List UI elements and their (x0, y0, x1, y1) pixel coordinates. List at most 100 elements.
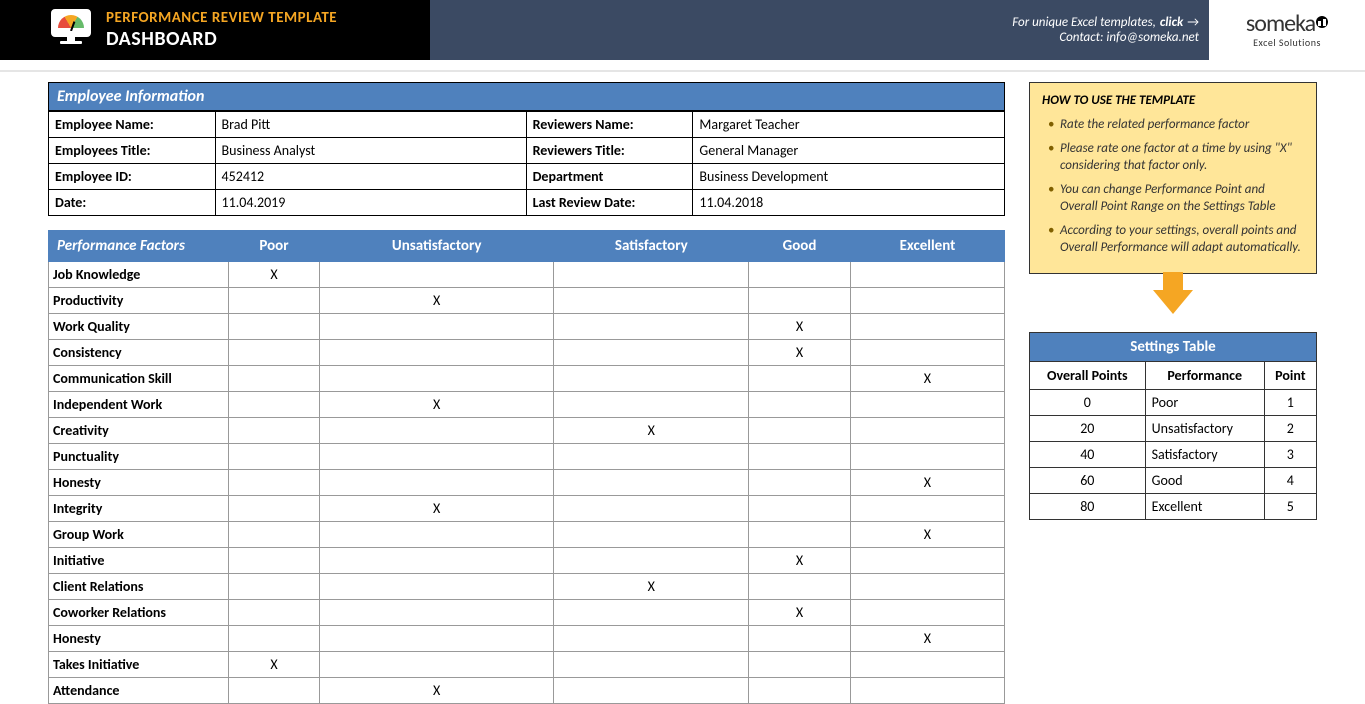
settings-performance[interactable]: Excellent (1145, 493, 1264, 519)
perf-rating-cell[interactable] (749, 288, 851, 314)
settings-overall-points[interactable]: 40 (1030, 441, 1146, 467)
perf-rating-cell[interactable] (229, 496, 320, 522)
value-last-review[interactable]: 11.04.2018 (693, 190, 1005, 216)
perf-rating-cell[interactable] (749, 496, 851, 522)
perf-rating-cell[interactable]: X (850, 470, 1004, 496)
perf-rating-cell[interactable] (554, 522, 749, 548)
perf-rating-cell[interactable] (229, 470, 320, 496)
perf-rating-cell[interactable] (229, 392, 320, 418)
perf-rating-cell[interactable]: X (850, 626, 1004, 652)
perf-rating-cell[interactable] (319, 522, 554, 548)
perf-rating-cell[interactable]: X (319, 392, 554, 418)
settings-point[interactable]: 1 (1264, 389, 1316, 415)
settings-point[interactable]: 5 (1264, 493, 1316, 519)
perf-rating-cell[interactable] (554, 366, 749, 392)
settings-overall-points[interactable]: 80 (1030, 493, 1146, 519)
perf-rating-cell[interactable] (850, 288, 1004, 314)
perf-rating-cell[interactable]: X (554, 418, 749, 444)
perf-rating-cell[interactable] (554, 314, 749, 340)
perf-rating-cell[interactable]: X (749, 548, 851, 574)
settings-overall-points[interactable]: 20 (1030, 415, 1146, 441)
perf-rating-cell[interactable] (554, 288, 749, 314)
perf-rating-cell[interactable] (749, 652, 851, 678)
perf-rating-cell[interactable] (319, 340, 554, 366)
perf-rating-cell[interactable] (749, 574, 851, 600)
perf-rating-cell[interactable] (850, 548, 1004, 574)
perf-rating-cell[interactable] (850, 574, 1004, 600)
perf-rating-cell[interactable] (749, 626, 851, 652)
perf-rating-cell[interactable] (749, 522, 851, 548)
perf-rating-cell[interactable] (554, 262, 749, 288)
perf-rating-cell[interactable]: X (229, 262, 320, 288)
perf-rating-cell[interactable]: X (850, 522, 1004, 548)
perf-rating-cell[interactable]: X (554, 574, 749, 600)
perf-rating-cell[interactable] (229, 288, 320, 314)
perf-rating-cell[interactable] (554, 626, 749, 652)
perf-rating-cell[interactable] (554, 470, 749, 496)
value-employee-name[interactable]: Brad Pitt (215, 112, 526, 138)
perf-rating-cell[interactable] (749, 262, 851, 288)
perf-rating-cell[interactable] (554, 548, 749, 574)
perf-rating-cell[interactable]: X (319, 496, 554, 522)
perf-rating-cell[interactable] (319, 600, 554, 626)
perf-rating-cell[interactable] (229, 340, 320, 366)
perf-rating-cell[interactable]: X (229, 652, 320, 678)
perf-rating-cell[interactable] (850, 418, 1004, 444)
perf-rating-cell[interactable] (850, 340, 1004, 366)
perf-rating-cell[interactable] (319, 652, 554, 678)
perf-rating-cell[interactable]: X (749, 314, 851, 340)
perf-rating-cell[interactable] (749, 418, 851, 444)
perf-rating-cell[interactable] (749, 444, 851, 470)
settings-point[interactable]: 4 (1264, 467, 1316, 493)
value-employee-id[interactable]: 452412 (215, 164, 526, 190)
perf-rating-cell[interactable]: X (319, 288, 554, 314)
settings-performance[interactable]: Good (1145, 467, 1264, 493)
perf-rating-cell[interactable] (850, 314, 1004, 340)
perf-rating-cell[interactable] (749, 366, 851, 392)
perf-rating-cell[interactable] (229, 366, 320, 392)
perf-rating-cell[interactable] (850, 496, 1004, 522)
perf-rating-cell[interactable] (554, 392, 749, 418)
perf-rating-cell[interactable]: X (749, 340, 851, 366)
perf-rating-cell[interactable] (229, 444, 320, 470)
settings-performance[interactable]: Unsatisfactory (1145, 415, 1264, 441)
value-employee-title[interactable]: Business Analyst (215, 138, 526, 164)
perf-rating-cell[interactable] (850, 262, 1004, 288)
value-reviewer-title[interactable]: General Manager (693, 138, 1005, 164)
settings-overall-points[interactable]: 0 (1030, 389, 1146, 415)
perf-rating-cell[interactable] (319, 366, 554, 392)
perf-rating-cell[interactable] (749, 470, 851, 496)
perf-rating-cell[interactable] (319, 470, 554, 496)
templates-link[interactable]: For unique Excel templates, click → (1012, 15, 1199, 30)
perf-rating-cell[interactable]: X (850, 366, 1004, 392)
value-department[interactable]: Business Development (693, 164, 1005, 190)
perf-rating-cell[interactable] (319, 262, 554, 288)
perf-rating-cell[interactable] (229, 626, 320, 652)
perf-rating-cell[interactable] (850, 652, 1004, 678)
someka-logo[interactable]: someka Excel Solutions (1212, 3, 1362, 57)
perf-rating-cell[interactable] (319, 548, 554, 574)
perf-rating-cell[interactable] (554, 444, 749, 470)
perf-rating-cell[interactable] (850, 600, 1004, 626)
settings-point[interactable]: 3 (1264, 441, 1316, 467)
perf-rating-cell[interactable] (850, 392, 1004, 418)
perf-rating-cell[interactable] (229, 522, 320, 548)
settings-performance[interactable]: Satisfactory (1145, 441, 1264, 467)
perf-rating-cell[interactable] (554, 496, 749, 522)
perf-rating-cell[interactable] (554, 600, 749, 626)
perf-rating-cell[interactable] (229, 574, 320, 600)
settings-performance[interactable]: Poor (1145, 389, 1264, 415)
perf-rating-cell[interactable] (229, 548, 320, 574)
perf-rating-cell[interactable] (229, 418, 320, 444)
perf-rating-cell[interactable]: X (749, 600, 851, 626)
perf-rating-cell[interactable] (319, 418, 554, 444)
perf-rating-cell[interactable] (850, 444, 1004, 470)
settings-point[interactable]: 2 (1264, 415, 1316, 441)
perf-rating-cell[interactable] (319, 626, 554, 652)
perf-rating-cell[interactable] (554, 652, 749, 678)
perf-rating-cell[interactable] (229, 314, 320, 340)
settings-overall-points[interactable]: 60 (1030, 467, 1146, 493)
value-reviewer-name[interactable]: Margaret Teacher (693, 112, 1005, 138)
value-date[interactable]: 11.04.2019 (215, 190, 526, 216)
perf-rating-cell[interactable] (554, 340, 749, 366)
